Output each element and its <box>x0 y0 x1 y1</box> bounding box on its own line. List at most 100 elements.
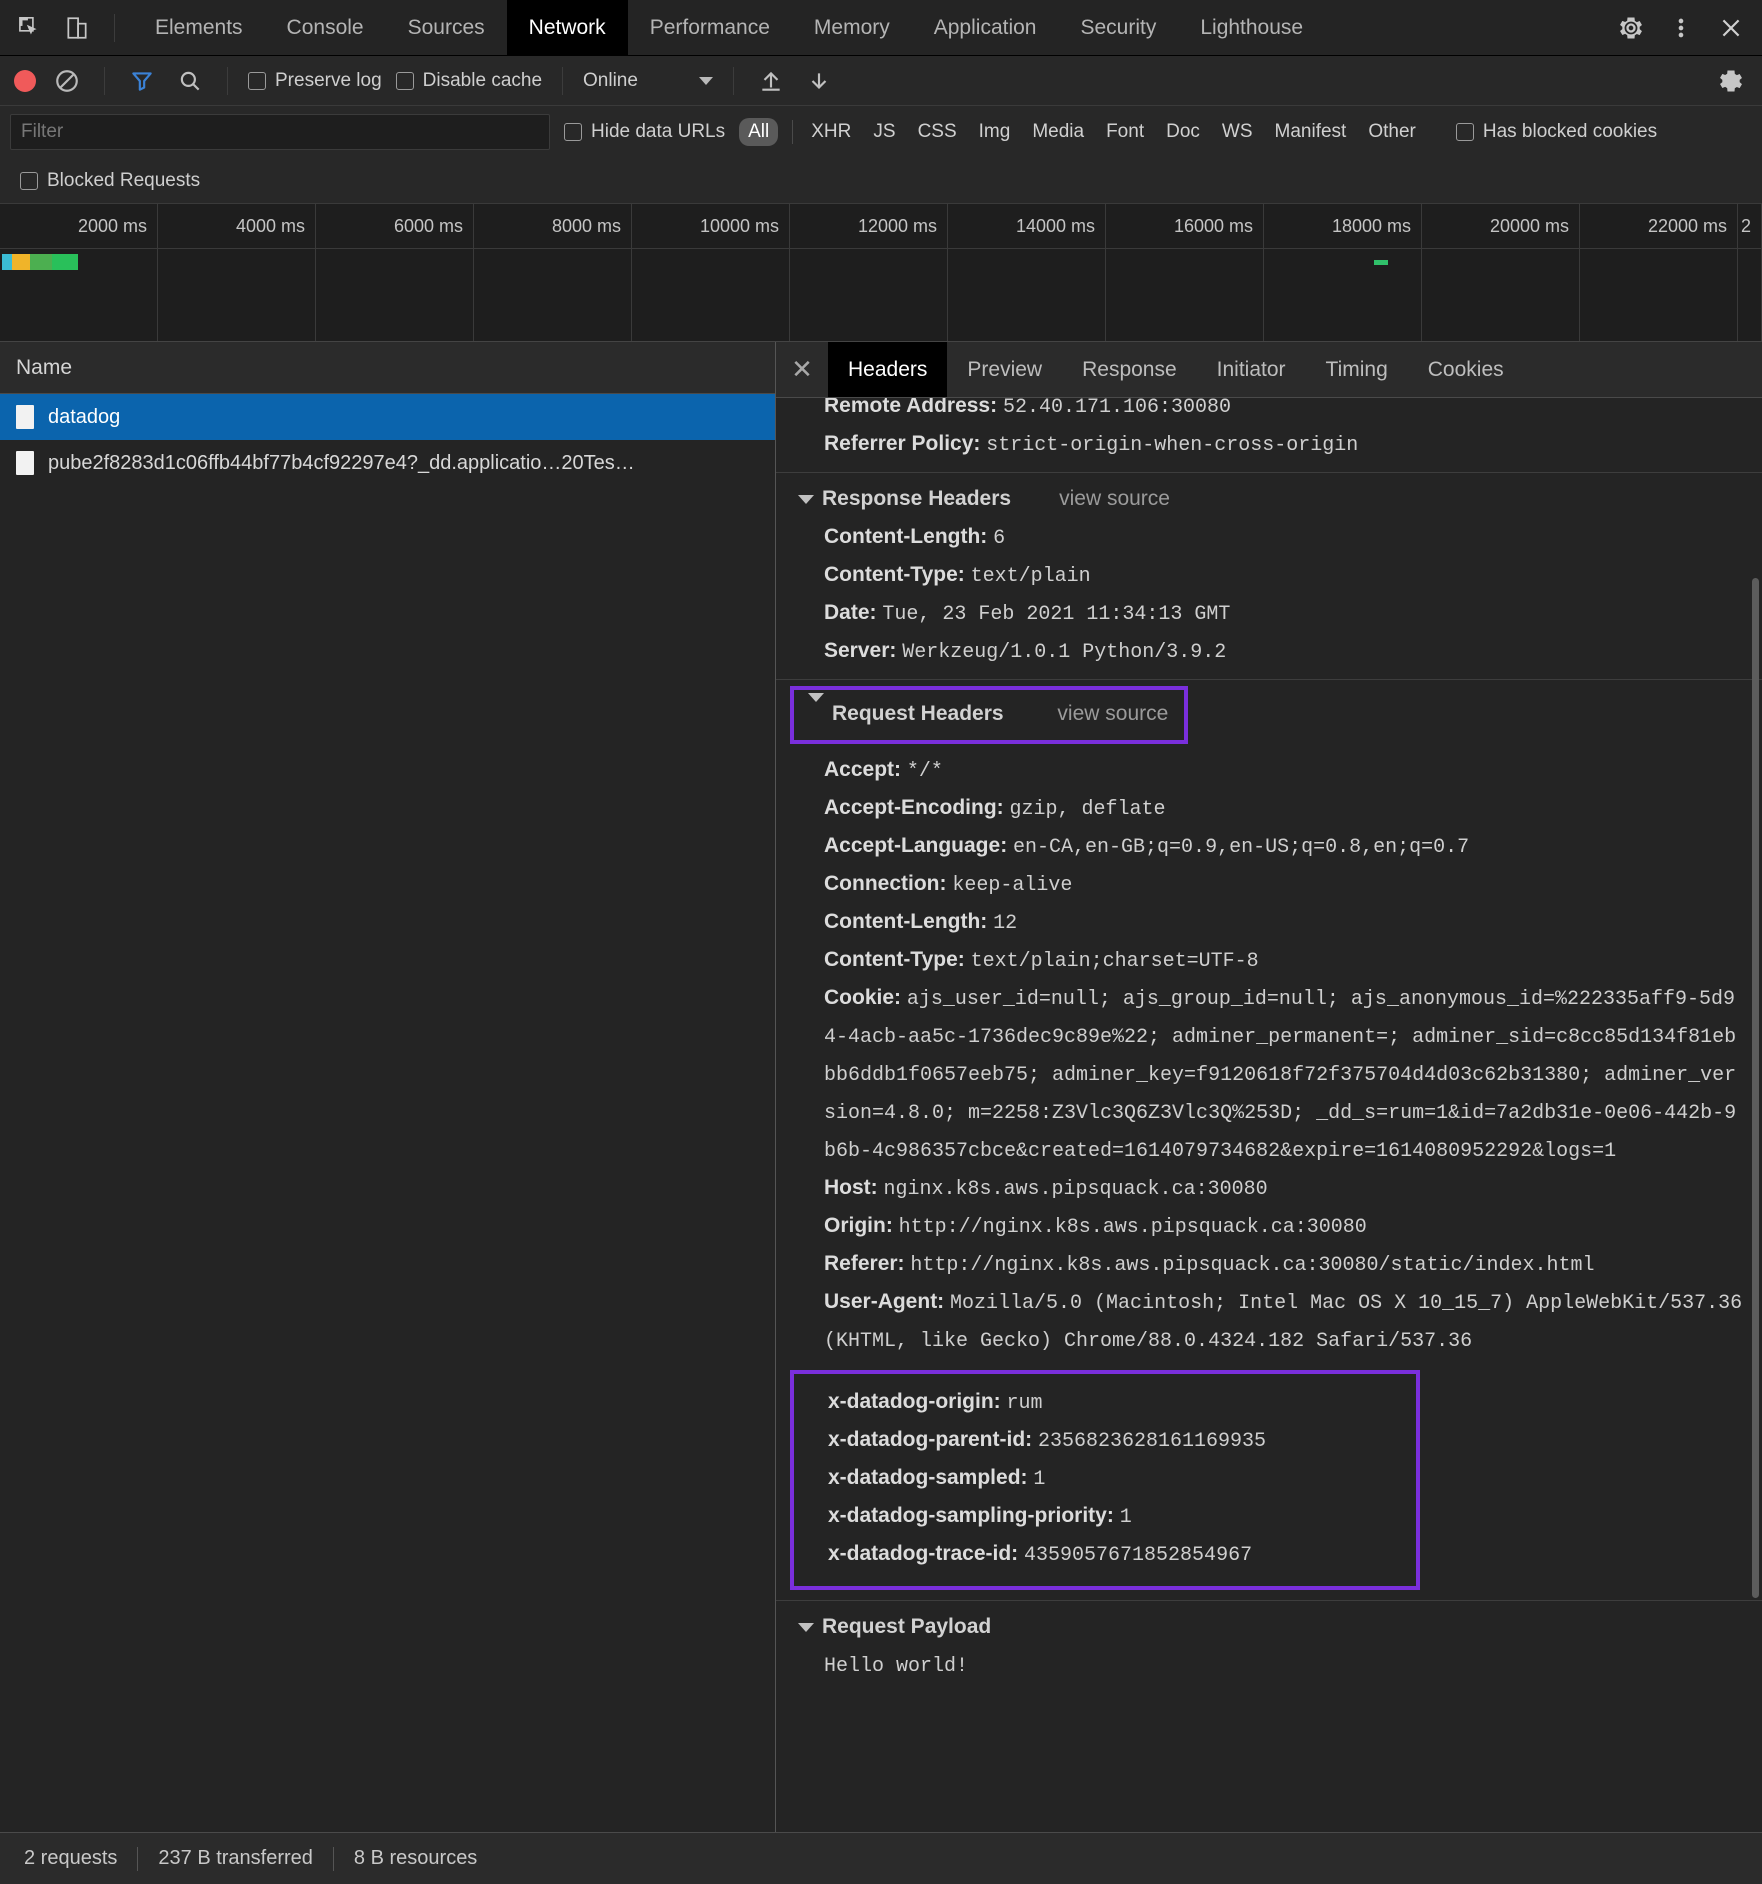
header-value: 52.40.171.106:30080 <box>1002 398 1231 419</box>
header-name: Cookie: <box>824 986 902 1009</box>
filter-funnel-icon[interactable] <box>125 64 159 98</box>
request-headers-title: Request Headers <box>832 702 1004 725</box>
hide-data-urls-box[interactable] <box>564 123 582 141</box>
overview-divider <box>0 248 1762 249</box>
tab-initiator[interactable]: Initiator <box>1197 342 1306 397</box>
detail-scrollbar-thumb[interactable] <box>1752 578 1759 1598</box>
tab-elements[interactable]: Elements <box>133 0 265 56</box>
tab-memory[interactable]: Memory <box>792 0 912 56</box>
triangle-down-icon <box>798 494 814 504</box>
header-value: en-CA,en-GB;q=0.9,en-US;q=0.8,en;q=0.7 <box>1013 836 1470 859</box>
preserve-log-box[interactable] <box>248 71 266 90</box>
tab-preview[interactable]: Preview <box>947 342 1062 397</box>
filter-type-xhr[interactable]: XHR <box>807 119 855 145</box>
view-source-link[interactable]: view source <box>1059 479 1170 519</box>
clear-icon[interactable] <box>50 64 84 98</box>
overview-tick: 22000 ms <box>1580 204 1738 341</box>
overview-request-bars <box>2 254 78 270</box>
view-source-link[interactable]: view source <box>1057 702 1168 725</box>
tab-application[interactable]: Application <box>912 0 1059 56</box>
search-icon[interactable] <box>173 64 207 98</box>
filter-type-all[interactable]: All <box>739 118 779 146</box>
header-row-cookie: Cookie: ajs_user_id=null; ajs_group_id=n… <box>776 980 1762 1170</box>
tab-network[interactable]: Network <box>506 0 628 56</box>
header-name: Remote Address: <box>824 398 998 417</box>
headers-scroll-area[interactable]: Remote Address: 52.40.171.106:30080 Refe… <box>776 398 1762 1832</box>
tabbar-right-icons <box>1600 11 1762 45</box>
triangle-down-icon <box>808 693 824 725</box>
device-toolbar-icon[interactable] <box>60 11 94 45</box>
filter-type-img[interactable]: Img <box>975 119 1015 145</box>
has-blocked-cookies-label: Has blocked cookies <box>1482 121 1658 142</box>
status-resources: 8 B resources <box>353 1847 478 1869</box>
filter-type-doc[interactable]: Doc <box>1162 119 1204 145</box>
overview-tick: 6000 ms <box>316 204 474 341</box>
has-blocked-cookies-checkbox[interactable]: Has blocked cookies <box>1455 121 1658 143</box>
request-list-empty-area <box>0 486 775 1832</box>
tab-console[interactable]: Console <box>265 0 386 56</box>
header-value: text/plain <box>970 565 1091 588</box>
header-value: 4359057671852854967 <box>1024 1544 1253 1567</box>
status-request-count: 2 requests <box>24 1847 118 1869</box>
filter-type-manifest[interactable]: Manifest <box>1271 119 1351 145</box>
status-divider <box>137 1846 139 1871</box>
tab-security[interactable]: Security <box>1058 0 1178 56</box>
filter-input[interactable] <box>10 114 550 150</box>
overview-grid: 2000 ms 4000 ms 6000 ms 8000 ms 10000 ms… <box>0 204 1762 341</box>
header-name: Referrer Policy: <box>824 432 981 455</box>
close-detail-icon[interactable]: ✕ <box>776 342 828 397</box>
tab-response[interactable]: Response <box>1062 342 1197 397</box>
request-payload-section-header[interactable]: Request Payload <box>776 1607 1762 1647</box>
header-name: Host: <box>824 1176 878 1199</box>
filter-type-ws[interactable]: WS <box>1218 119 1257 145</box>
request-headers-section-header[interactable]: Request Headers view source <box>790 686 1189 744</box>
hide-data-urls-checkbox[interactable]: Hide data URLs <box>564 121 725 143</box>
blocked-requests-checkbox[interactable]: Blocked Requests <box>20 170 200 192</box>
throttling-dropdown[interactable]: Online <box>583 70 714 92</box>
tab-performance[interactable]: Performance <box>628 0 792 56</box>
header-name: Origin: <box>824 1214 893 1237</box>
header-value: Werkzeug/1.0.1 Python/3.9.2 <box>902 641 1227 664</box>
import-har-icon[interactable] <box>754 64 788 98</box>
inspect-element-icon[interactable] <box>12 11 46 45</box>
network-settings-gear-icon[interactable] <box>1714 64 1748 98</box>
close-devtools-icon[interactable] <box>1714 11 1748 45</box>
overview-tick: 18000 ms <box>1264 204 1422 341</box>
tab-sources[interactable]: Sources <box>386 0 507 56</box>
request-payload-body: Hello world! <box>824 1655 969 1678</box>
header-row-referrer-policy: Referrer Policy: strict-origin-when-cros… <box>776 426 1762 464</box>
toolbar-divider-3 <box>562 66 564 95</box>
record-button[interactable] <box>14 69 36 92</box>
filter-type-media[interactable]: Media <box>1028 119 1088 145</box>
response-headers-section-header[interactable]: Response Headers view source <box>776 479 1762 519</box>
tab-lighthouse[interactable]: Lighthouse <box>1178 0 1325 56</box>
header-value: text/plain;charset=UTF-8 <box>970 950 1259 973</box>
devtools-window: Elements Console Sources Network Perform… <box>0 0 1762 1884</box>
status-transferred: 237 B transferred <box>158 1847 313 1869</box>
settings-gear-icon[interactable] <box>1614 11 1648 45</box>
header-name: x-datadog-sampled: <box>828 1466 1028 1489</box>
section-divider <box>776 1600 1762 1601</box>
tab-timing[interactable]: Timing <box>1306 342 1408 397</box>
disable-cache-box[interactable] <box>395 71 414 90</box>
tab-cookies[interactable]: Cookies <box>1408 342 1524 397</box>
filter-type-other[interactable]: Other <box>1364 119 1420 145</box>
more-options-icon[interactable] <box>1664 11 1698 45</box>
export-har-icon[interactable] <box>802 64 836 98</box>
disable-cache-checkbox[interactable]: Disable cache <box>395 70 542 92</box>
has-blocked-cookies-box[interactable] <box>1455 123 1474 141</box>
tab-headers[interactable]: Headers <box>828 342 948 397</box>
status-divider <box>332 1846 334 1871</box>
preserve-log-checkbox[interactable]: Preserve log <box>248 70 382 92</box>
filter-divider <box>792 120 794 144</box>
header-row-req-content-type: Content-Type: text/plain;charset=UTF-8 <box>776 942 1762 980</box>
blocked-requests-box[interactable] <box>20 171 38 190</box>
table-row[interactable]: pube2f8283d1c06ffb44bf77b4cf92297e4?_dd.… <box>0 440 775 486</box>
response-headers-title: Response Headers <box>822 487 1012 510</box>
table-row[interactable]: datadog <box>0 394 775 440</box>
filter-type-js[interactable]: JS <box>869 119 899 145</box>
network-overview-timeline[interactable]: 2000 ms 4000 ms 6000 ms 8000 ms 10000 ms… <box>0 204 1762 342</box>
header-value: rum <box>1006 1392 1043 1415</box>
filter-type-css[interactable]: CSS <box>914 119 961 145</box>
filter-type-font[interactable]: Font <box>1102 119 1148 145</box>
